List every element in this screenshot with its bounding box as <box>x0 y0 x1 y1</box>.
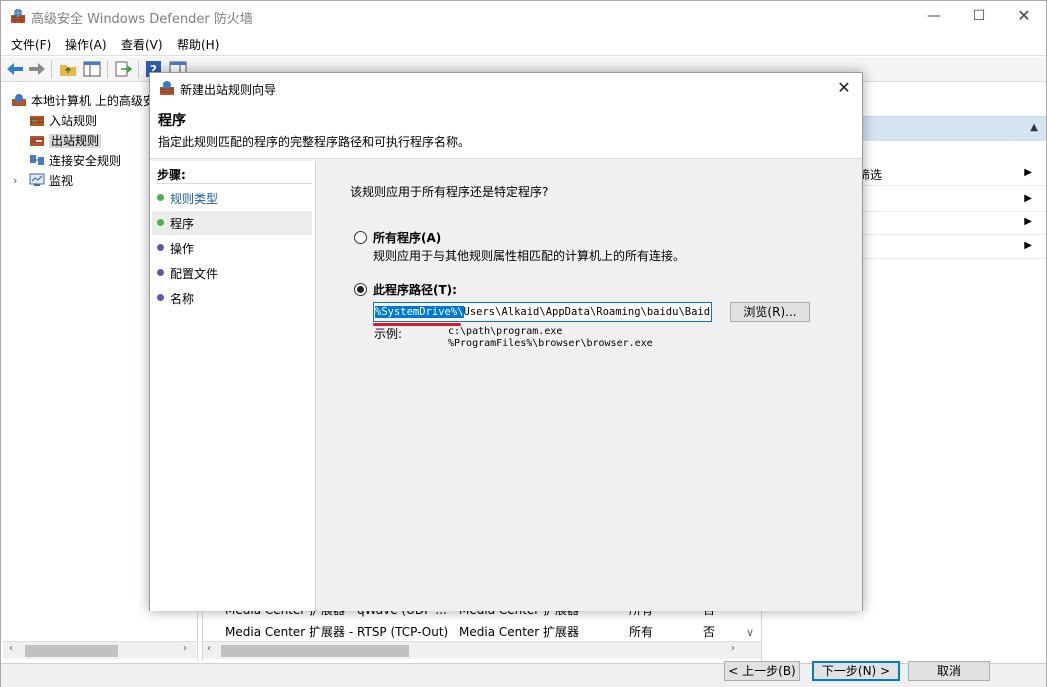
dialog-title: 新建出站规则向导 <box>180 83 277 97</box>
program-scope-question: 该规则应用于所有程序还是特定程序? <box>350 185 549 199</box>
maximize-button[interactable]: ☐ <box>956 1 1002 31</box>
toolbar-separator <box>51 60 52 78</box>
menu-action[interactable]: 操作(A) <box>65 36 107 53</box>
path-text: Users\Alkaid\AppData\Roaming\baidu\Baidu… <box>463 306 712 318</box>
tree-item-label: 连接安全规则 <box>49 154 122 168</box>
step-label: 程序 <box>170 217 195 231</box>
scroll-left-chevron-icon[interactable]: ‹ <box>9 643 13 654</box>
program-path-input[interactable]: %SystemDrive%\Users\Alkaid\AppData\Roami… <box>373 302 712 322</box>
tree-expand-chevron-icon[interactable]: › <box>13 174 17 187</box>
step-pending-dot-icon <box>157 269 164 276</box>
back-arrow-icon[interactable] <box>5 60 25 78</box>
example-path: c:\path\program.exe <box>448 326 563 337</box>
show-hide-tree-icon[interactable] <box>82 60 102 78</box>
wizard-steps: 步骤: 规则类型 程序 操作 配置文件 名称 <box>150 161 316 611</box>
inbound-rules-icon <box>30 116 44 126</box>
wizard-content: 该规则应用于所有程序还是特定程序? 所有程序(A) 规则应用于与其他规则属性相匹… <box>317 161 990 681</box>
tree-item-inbound-rules[interactable]: 入站规则 <box>29 112 97 130</box>
submenu-arrow-icon: ▶ <box>1024 216 1032 227</box>
step-pending-dot-icon <box>157 294 164 301</box>
this-program-path-radio[interactable] <box>354 283 367 296</box>
menu-help[interactable]: 帮助(H) <box>177 36 219 53</box>
step-label: 操作 <box>170 242 195 256</box>
firewall-app-icon <box>160 81 174 95</box>
tree-item-outbound-rules[interactable]: 出站规则 <box>29 132 102 150</box>
rule-enabled: 否 <box>703 625 716 639</box>
steps-divider <box>156 183 312 184</box>
rule-name: Media Center 扩展器 - RTSP (TCP-Out) <box>225 625 449 639</box>
step-program: 程序 <box>152 211 312 235</box>
tree-item-label: 监视 <box>49 174 74 188</box>
example-label: 示例: <box>374 327 403 341</box>
dialog-close-button[interactable]: ✕ <box>832 76 856 100</box>
export-list-icon[interactable] <box>113 60 133 78</box>
forward-arrow-icon[interactable] <box>27 60 47 78</box>
tree-item-monitoring[interactable]: 监视 <box>29 172 73 190</box>
browse-button[interactable]: 浏览(R)... <box>730 302 810 322</box>
step-action: 操作 <box>152 236 312 260</box>
rule-profile: 所有 <box>629 625 654 639</box>
step-rule-type[interactable]: 规则类型 <box>152 186 312 210</box>
tree-root-label: 本地计算机 上的高级安 <box>31 94 155 108</box>
steps-title: 步骤: <box>157 168 186 182</box>
scroll-left-chevron-icon[interactable]: ‹ <box>207 643 211 654</box>
menu-view[interactable]: 查看(V) <box>121 36 163 53</box>
step-label: 规则类型 <box>170 192 219 206</box>
back-button[interactable]: < 上一步(B) <box>724 661 800 681</box>
step-pending-dot-icon <box>157 244 164 251</box>
menu-file[interactable]: 文件(F) <box>11 36 51 53</box>
step-profile: 配置文件 <box>152 261 312 285</box>
collapse-triangle-icon[interactable]: ▲ <box>1030 122 1038 133</box>
main-titlebar: 高级安全 Windows Defender 防火墙 — ☐ ✕ <box>1 1 1046 31</box>
firewall-app-icon <box>11 9 25 23</box>
scroll-thumb[interactable] <box>221 645 409 657</box>
local-computer-firewall-icon <box>12 94 26 106</box>
connection-security-icon <box>30 155 44 165</box>
selected-path-text: %SystemDrive%\ <box>375 306 464 318</box>
next-button[interactable]: 下一步(N) > <box>812 661 900 681</box>
tree-horizontal-scrollbar[interactable]: ‹ › <box>3 641 196 659</box>
new-outbound-rule-wizard: 新建出站规则向导 ✕ 程序 指定此规则匹配的程序的完整程序路径和可执行程序名称。… <box>149 72 990 681</box>
wizard-page-title: 程序 <box>158 113 186 129</box>
wizard-header: 程序 指定此规则匹配的程序的完整程序路径和可执行程序名称。 <box>150 103 862 159</box>
this-program-path-label[interactable]: 此程序路径(T): <box>373 281 457 298</box>
submenu-arrow-icon: ▶ <box>1024 167 1032 178</box>
minimize-button[interactable]: — <box>911 1 957 31</box>
cancel-button[interactable]: 取消 <box>908 661 990 681</box>
close-window-button[interactable]: ✕ <box>1001 1 1047 31</box>
submenu-arrow-icon: ▶ <box>1024 240 1032 251</box>
dialog-titlebar: 新建出站规则向导 ✕ <box>150 73 862 103</box>
toolbar-separator <box>107 60 108 78</box>
all-programs-label[interactable]: 所有程序(A) <box>373 229 441 246</box>
list-scroll-down-chevron-icon[interactable]: ∨ <box>746 626 754 639</box>
up-folder-icon[interactable] <box>58 60 78 78</box>
example-path: %ProgramFiles%\browser\browser.exe <box>448 338 653 349</box>
scroll-thumb[interactable] <box>25 645 118 657</box>
monitoring-icon <box>29 173 45 186</box>
step-name: 名称 <box>152 286 312 310</box>
rule-group: Media Center 扩展器 <box>459 625 580 639</box>
tree-item-connection-security-rules[interactable]: 连接安全规则 <box>29 152 121 170</box>
step-current-dot-icon <box>157 219 164 226</box>
submenu-arrow-icon: ▶ <box>1024 193 1032 204</box>
scroll-right-chevron-icon[interactable]: › <box>731 643 735 654</box>
list-horizontal-scrollbar[interactable]: ‹ › <box>203 641 761 659</box>
tree-item-label: 出站规则 <box>49 134 102 148</box>
main-window-title: 高级安全 Windows Defender 防火墙 <box>31 12 253 27</box>
all-programs-description: 规则应用于与其他规则属性相匹配的计算机上的所有连接。 <box>373 249 686 263</box>
scroll-right-chevron-icon[interactable]: › <box>183 643 187 654</box>
step-label: 名称 <box>170 292 195 306</box>
wizard-page-subtitle: 指定此规则匹配的程序的完整程序路径和可执行程序名称。 <box>158 135 471 149</box>
step-label: 配置文件 <box>170 267 219 281</box>
outbound-rules-icon <box>30 136 44 146</box>
menu-bar: 文件(F) 操作(A) 查看(V) 帮助(H) <box>1 32 1046 56</box>
toolbar-separator <box>138 60 139 78</box>
step-complete-dot-icon <box>157 194 164 201</box>
tree-item-label: 入站规则 <box>49 114 98 128</box>
tree-root[interactable]: 本地计算机 上的高级安 <box>11 92 155 110</box>
all-programs-radio[interactable] <box>354 231 367 244</box>
